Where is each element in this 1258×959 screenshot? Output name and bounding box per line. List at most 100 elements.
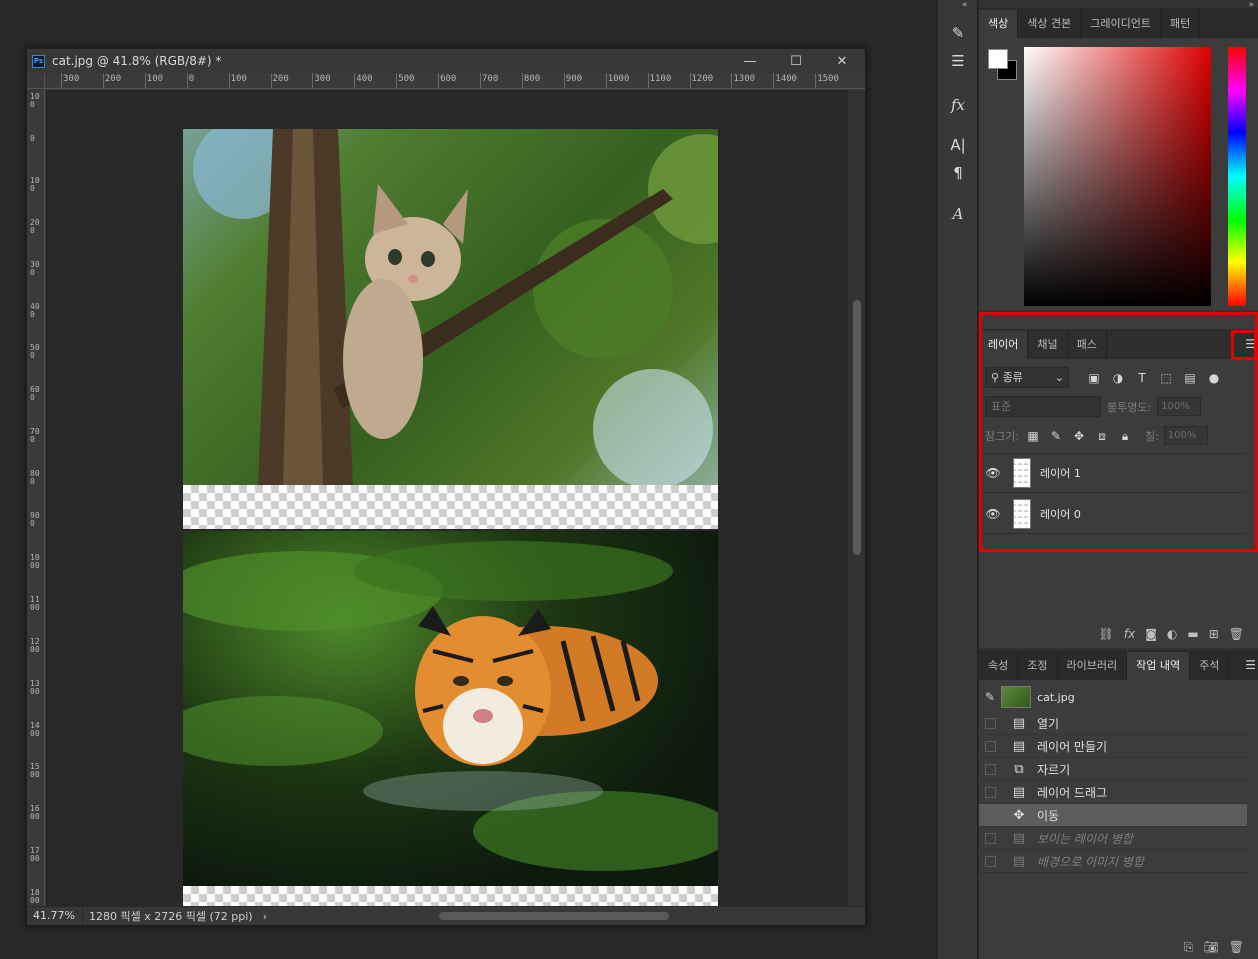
lock-transparent-icon[interactable]: ▦ xyxy=(1024,427,1042,445)
delete-state-icon[interactable]: 🗑︎ xyxy=(1229,940,1244,954)
fx-icon[interactable]: fx xyxy=(946,94,970,116)
color-picker-field[interactable] xyxy=(1024,47,1211,306)
horizontal-scrollbar[interactable] xyxy=(279,910,839,922)
type-filter-icon[interactable]: T xyxy=(1133,369,1151,387)
layer-row[interactable]: 👁︎ 레이어 1 xyxy=(979,453,1247,493)
history-checkbox[interactable] xyxy=(985,717,996,729)
layer-row[interactable]: 👁︎ 레이어 0 xyxy=(979,494,1247,534)
tab-paths[interactable]: 패스 xyxy=(1068,331,1107,359)
shape-filter-icon[interactable]: ⬚ xyxy=(1157,369,1175,387)
horizontal-scroll-thumb[interactable] xyxy=(439,912,669,920)
vertical-ruler[interactable]: 100 0 100 200 300 400 500 600 700 800 900 1000 1100 1… xyxy=(27,89,45,907)
tab-history[interactable]: 작업 내역 xyxy=(1127,652,1191,680)
history-item[interactable]: ▤ 레이어 드래그 xyxy=(979,781,1247,804)
ruler-tick-label: 800 xyxy=(30,469,40,487)
layer-thumbnail[interactable] xyxy=(1013,498,1031,529)
history-item[interactable]: ▤ 열기 xyxy=(979,712,1247,735)
character-icon[interactable]: A| xyxy=(946,134,970,156)
history-checkbox[interactable] xyxy=(985,786,996,798)
search-icon: ⚲ xyxy=(991,371,1000,384)
lock-all-icon[interactable]: 🔒︎ xyxy=(1116,427,1134,445)
vertical-scroll-thumb[interactable] xyxy=(853,300,861,555)
eye-icon[interactable]: 👁︎ xyxy=(979,507,1007,521)
history-checkbox[interactable] xyxy=(985,832,996,844)
tab-layers[interactable]: 레이어 xyxy=(979,331,1029,359)
document-info[interactable]: 1280 픽셀 x 2726 픽셀 (72 ppi) xyxy=(83,908,253,924)
layer-thumbnail[interactable] xyxy=(1013,458,1031,488)
canvas-area[interactable] xyxy=(46,90,848,908)
layer-style-icon[interactable]: fx xyxy=(1124,627,1135,641)
ruler-tick-label: 200 xyxy=(104,74,122,84)
adjust-sliders-icon[interactable]: ☰ xyxy=(946,50,970,72)
hue-slider[interactable] xyxy=(1228,47,1246,306)
collapse-arrows-icon[interactable]: « xyxy=(962,0,968,10)
foreground-color-swatch[interactable] xyxy=(988,49,1008,69)
image-filter-icon[interactable]: ▣ xyxy=(1085,369,1103,387)
document-window: Ps cat.jpg @ 41.8% (RGB/8#) * — ☐ ✕ 300 2… xyxy=(26,48,866,926)
tab-channels[interactable]: 채널 xyxy=(1028,331,1068,359)
history-checkbox[interactable] xyxy=(985,763,996,775)
brush-settings-icon[interactable]: ✎ xyxy=(946,22,970,44)
vertical-scrollbar[interactable] xyxy=(848,90,865,908)
layer-name[interactable]: 레이어 0 xyxy=(1040,506,1081,522)
lock-artboard-icon[interactable]: ⧈ xyxy=(1093,427,1111,445)
close-button[interactable]: ✕ xyxy=(819,49,865,73)
document-image[interactable] xyxy=(183,129,718,908)
snapshot-name: cat.jpg xyxy=(1037,690,1075,704)
delete-layer-icon[interactable]: 🗑︎ xyxy=(1229,627,1244,641)
blend-mode-dropdown[interactable]: 표준 xyxy=(985,396,1101,417)
link-layers-icon[interactable]: ⛓︎ xyxy=(1099,627,1114,641)
document-title: cat.jpg @ 41.8% (RGB/8#) * xyxy=(52,54,222,68)
tab-swatches[interactable]: 색상 견본 xyxy=(1018,10,1082,38)
history-brush-icon[interactable]: ✎ xyxy=(985,690,995,704)
doc-icon: ▤ xyxy=(1012,853,1026,869)
history-checkbox[interactable] xyxy=(985,809,996,821)
history-snapshot[interactable]: ✎ cat.jpg xyxy=(979,682,1247,712)
history-item[interactable]: ▤ 배경으로 이미지 병합 xyxy=(979,850,1247,873)
tiger-photo xyxy=(183,531,718,886)
new-document-from-state-icon[interactable]: ⎘ xyxy=(1184,940,1194,955)
tab-color[interactable]: 색상 xyxy=(979,10,1019,38)
tab-properties[interactable]: 속성 xyxy=(979,652,1019,680)
layers-panel-menu-icon[interactable]: ☰ xyxy=(1245,337,1256,351)
tab-gradients[interactable]: 그레이디언트 xyxy=(1081,10,1161,38)
tab-patterns[interactable]: 패턴 xyxy=(1161,10,1201,38)
eye-icon[interactable]: 👁︎ xyxy=(979,466,1007,480)
minimize-button[interactable]: — xyxy=(727,49,773,73)
opacity-input[interactable]: 100% xyxy=(1157,397,1202,416)
adjustment-layer-icon[interactable]: ◐ xyxy=(1167,627,1177,641)
history-item[interactable]: ⧉ 자르기 xyxy=(979,758,1247,781)
document-titlebar[interactable]: Ps cat.jpg @ 41.8% (RGB/8#) * — ☐ ✕ xyxy=(27,49,865,73)
history-checkbox[interactable] xyxy=(985,740,996,752)
history-item-label: 자르기 xyxy=(1037,762,1071,777)
ruler-tick-label: 1400 xyxy=(775,74,797,84)
history-checkbox[interactable] xyxy=(985,855,996,867)
filter-toggle-icon[interactable]: ● xyxy=(1205,369,1223,387)
new-snapshot-icon[interactable]: 📷︎ xyxy=(1204,940,1219,954)
maximize-button[interactable]: ☐ xyxy=(773,49,819,73)
new-layer-icon[interactable]: ⊞ xyxy=(1209,627,1219,641)
lock-position-icon[interactable]: ✥ xyxy=(1070,427,1088,445)
history-item[interactable]: ▤ 보이는 레이어 병합 xyxy=(979,827,1247,850)
info-arrow-icon[interactable]: › xyxy=(263,910,267,923)
zoom-level[interactable]: 41.77% xyxy=(27,907,83,925)
new-group-icon[interactable]: ▬ xyxy=(1187,627,1198,641)
tab-notes[interactable]: 주석 xyxy=(1190,652,1230,680)
layer-name[interactable]: 레이어 1 xyxy=(1040,465,1081,481)
history-panel-menu-icon[interactable]: ☰ xyxy=(1245,658,1256,672)
history-panel: ✎ cat.jpg ▤ 열기 ▤ 레이어 만들기 ⧉ 자르기 ▤ 레이어 드래그 ✥ 이동 ▤ 보이는… xyxy=(979,680,1258,959)
layer-filter-dropdown[interactable]: ⚲ 종류 ⌄ xyxy=(985,367,1069,388)
history-item[interactable]: ✥ 이동 xyxy=(979,804,1247,827)
layer-mask-icon[interactable]: ◙ xyxy=(1145,627,1157,641)
tab-adjustments[interactable]: 조정 xyxy=(1018,652,1058,680)
fill-input[interactable]: 100% xyxy=(1163,426,1208,445)
adjustment-filter-icon[interactable]: ◑ xyxy=(1109,369,1127,387)
horizontal-ruler[interactable]: 300 200 100 0 100 200 300 400 500 600 700 800 900 100… xyxy=(45,73,865,89)
smart-object-filter-icon[interactable]: ▤ xyxy=(1181,369,1199,387)
ruler-corner[interactable] xyxy=(27,73,45,89)
lock-image-icon[interactable]: ✎ xyxy=(1047,427,1065,445)
glyphs-icon[interactable]: A xyxy=(946,203,970,225)
paragraph-icon[interactable]: ¶ xyxy=(946,162,970,184)
history-item[interactable]: ▤ 레이어 만들기 xyxy=(979,735,1247,758)
tab-libraries[interactable]: 라이브러리 xyxy=(1058,652,1128,680)
